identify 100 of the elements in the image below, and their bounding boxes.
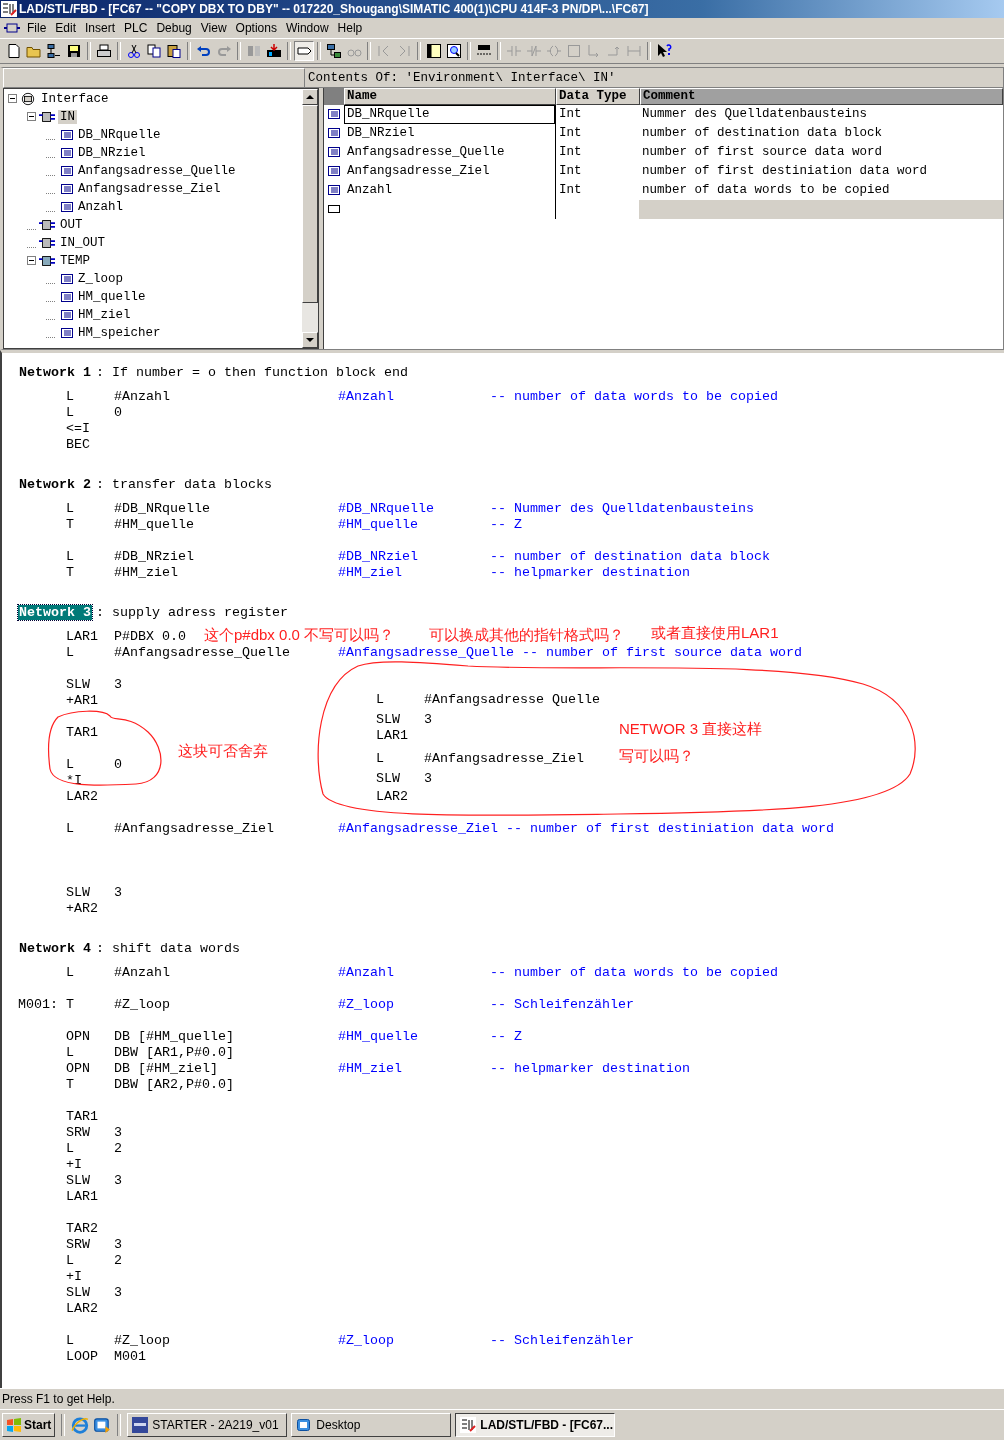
tree-item[interactable]: TEMP	[58, 253, 92, 268]
menu-item[interactable]: Help	[333, 20, 368, 35]
table-cell-text: number of first destiniation data word	[641, 162, 929, 180]
table-cell[interactable]: Anzahl	[344, 180, 555, 200]
new-row-field[interactable]	[639, 199, 1003, 219]
temp-section-icon	[39, 253, 55, 268]
app-icon	[1, 0, 17, 17]
stl-operand: DB [#HM_ziel]	[114, 1060, 219, 1076]
stl-instruction: L	[376, 750, 385, 766]
stl-operand: 3	[424, 770, 432, 786]
parameter-icon	[61, 129, 73, 140]
collapse-toggle[interactable]	[27, 256, 36, 265]
stl-operand: 3	[114, 884, 122, 900]
stl-instruction: SLW	[66, 676, 91, 692]
stl-instruction: L	[66, 1332, 75, 1348]
table-cell-text: number of data words to be copied	[641, 181, 891, 199]
tree-item[interactable]: OUT	[58, 217, 85, 232]
stl-instruction: LAR2	[66, 788, 99, 804]
interface-icon	[20, 91, 36, 106]
monitor-icon[interactable]	[294, 40, 314, 61]
stl-instruction: LAR2	[376, 788, 409, 804]
stl-instruction: LAR1	[66, 628, 99, 644]
table-cell[interactable]: Anfangsadresse_Quelle	[344, 142, 555, 162]
scroll-down-arrow-icon	[306, 338, 314, 343]
stl-instruction: BEC	[66, 436, 91, 452]
parameter-icon	[328, 147, 340, 157]
symbol-name: #HM_quelle	[338, 1028, 419, 1044]
tree-item[interactable]: HM_ziel	[76, 307, 133, 322]
section-icon	[39, 235, 55, 250]
tree-item[interactable]: IN	[58, 109, 77, 124]
show-desktop-icon	[296, 1417, 313, 1434]
stl-instruction: LAR1	[66, 1188, 99, 1204]
vertical-scrollbar[interactable]	[302, 88, 318, 349]
tree-item[interactable]: Z_loop	[76, 271, 125, 286]
stl-instruction: <=I	[66, 420, 91, 436]
tree-item[interactable]: HM_speicher	[76, 325, 163, 340]
window-title: LAD/STL/FBD - [FC67 -- "COPY DBX TO DBY" -- 017220_Shougang\SIMATIC 400(1)\CPU 414F-3 PN/DP\...\FC67]	[19, 1, 649, 16]
tree-item[interactable]: DB_NRziel	[76, 145, 148, 160]
menu-item[interactable]: Options	[231, 20, 282, 35]
stl-instruction: +I	[66, 1268, 83, 1284]
stl-instruction: TAR1	[66, 724, 99, 740]
stl-operand: DBW [AR2,P#0.0]	[114, 1076, 234, 1092]
menu-item[interactable]: Window	[281, 20, 334, 35]
symbol-name: #Z_loop	[338, 1332, 395, 1348]
tree-item[interactable]: Anfangsadresse_Quelle	[76, 163, 238, 178]
stl-instruction: L	[376, 691, 385, 707]
menu-item[interactable]: View	[196, 20, 232, 35]
handwritten-note: 可以换成其他的指针格式吗？	[429, 626, 624, 645]
collapse-toggle[interactable]	[8, 94, 17, 103]
stl-instruction: T	[66, 996, 75, 1012]
network-label[interactable]: Network 3	[18, 604, 92, 620]
network-title: : If number = o then function block end	[96, 364, 408, 380]
table-cell: Int	[555, 104, 639, 124]
stl-operand: #Anfangsadresse_Ziel	[114, 820, 275, 836]
network-label[interactable]: Network 4	[18, 940, 92, 956]
menu-item[interactable]: Edit	[51, 20, 82, 35]
stl-operand: #Anzahl	[114, 964, 171, 980]
taskbar-button[interactable]: Desktop	[291, 1413, 452, 1438]
network-title: : shift data words	[96, 940, 240, 956]
menu-item[interactable]: File	[23, 20, 52, 35]
table-cell: Int	[555, 161, 639, 181]
menu-item[interactable]: Insert	[81, 20, 121, 35]
parameter-icon	[61, 147, 73, 158]
stl-instruction: SLW	[376, 770, 401, 786]
table-cell[interactable]: DB_NRziel	[344, 123, 555, 143]
stl-instruction: TAR1	[66, 1108, 99, 1124]
menu-item[interactable]: Debug	[152, 20, 197, 35]
table-cell: Int	[555, 142, 639, 162]
network-label[interactable]: Network 2	[18, 476, 92, 492]
network-label[interactable]: Network 1	[18, 364, 92, 380]
table-cell[interactable]: DB_NRquelle	[344, 104, 555, 124]
parameter-icon	[328, 185, 340, 195]
parameter-icon	[61, 273, 73, 284]
line-comment: -- Schleifenzähler	[490, 996, 634, 1012]
tree-item[interactable]: Interface	[39, 91, 111, 106]
show-desktop-icon[interactable]	[93, 1416, 112, 1435]
stl-instruction: L	[66, 548, 75, 564]
taskbar-button[interactable]: LAD/STL/FBD - [FC67...	[455, 1413, 616, 1438]
taskbar-button[interactable]: STARTER - 2A219_v01	[127, 1413, 288, 1438]
stl-instruction: L	[66, 404, 75, 420]
table-cell[interactable]: Anfangsadresse_Ziel	[344, 161, 555, 181]
start-button[interactable]: Start	[2, 1413, 56, 1438]
stl-instruction: T	[66, 516, 75, 532]
line-comment: -- Schleifenzähler	[490, 1332, 634, 1348]
line-comment: -- Z	[490, 1028, 522, 1044]
stl-instruction: SLW	[376, 711, 401, 727]
collapse-toggle[interactable]	[27, 112, 36, 121]
symbol-name: #Anfangsadresse_Ziel	[338, 820, 499, 836]
stl-instruction: LAR2	[66, 1300, 99, 1316]
menu-item[interactable]: PLC	[120, 20, 153, 35]
tree-item[interactable]: IN_OUT	[58, 235, 107, 250]
stl-instruction: L	[66, 1252, 75, 1268]
tree-item[interactable]: Anzahl	[76, 199, 125, 214]
tree-item[interactable]: HM_quelle	[76, 289, 148, 304]
stl-operand: 3	[114, 1284, 122, 1300]
tree-item[interactable]: DB_NRquelle	[76, 127, 163, 142]
table-cell-text: number of destination data block	[641, 124, 884, 142]
line-comment: -- number of destination data block	[490, 548, 770, 564]
tree-item[interactable]: Anfangsadresse_Ziel	[76, 181, 223, 196]
starter-app-icon	[132, 1417, 149, 1434]
